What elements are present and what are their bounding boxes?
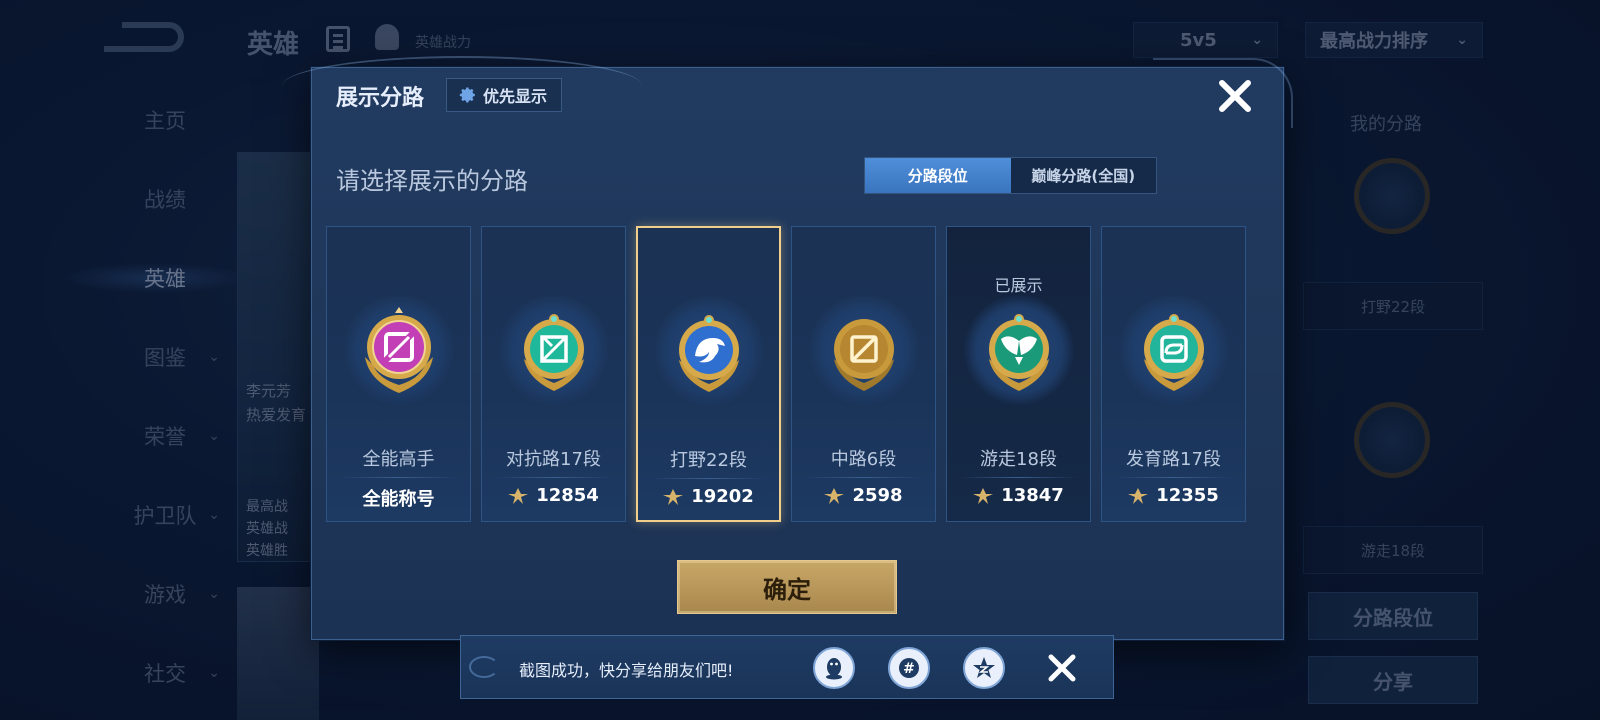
lane-display-dialog: 展示分路 优先显示 请选择展示的分路 分路段位 巅峰分路(全国) 全能高手 全能…: [282, 56, 1293, 640]
lane-value-text: 12355: [1156, 485, 1219, 506]
lane-name: 中路6段: [830, 449, 897, 470]
lane-card-all-round[interactable]: 全能高手 全能称号: [326, 226, 471, 522]
lane-card-mid[interactable]: 中路6段 2598: [791, 226, 936, 522]
lane-name: 打野22段: [670, 450, 747, 471]
combat-power-icon: [663, 488, 684, 505]
wechat-moments-icon: #: [899, 658, 919, 678]
share-qzone-button[interactable]: [963, 647, 1005, 689]
qzone-star-icon: [973, 657, 995, 678]
combat-power-icon: [1128, 487, 1149, 504]
share-moments-button[interactable]: #: [888, 647, 930, 689]
lane-card-jungle[interactable]: 打野22段 19202: [636, 226, 781, 522]
tab-peak-lane-national[interactable]: 巅峰分路(全国): [1011, 158, 1157, 193]
farm-lane-badge-icon: [1143, 314, 1204, 391]
share-qq-button[interactable]: [813, 647, 855, 689]
lane-value: 12355: [1102, 485, 1245, 506]
lane-value: 19202: [638, 486, 779, 507]
all-round-badge-icon: [364, 307, 433, 393]
combat-power-icon: [973, 487, 994, 504]
selection-prompt: 请选择展示的分路: [336, 167, 528, 195]
badge-container: [498, 295, 609, 405]
lane-value-text: 12854: [536, 485, 599, 506]
divider: [804, 477, 923, 478]
lane-value-text: 2598: [852, 485, 903, 506]
lane-mode-tabs: 分路段位 巅峰分路(全国): [864, 157, 1157, 194]
badge-container: [808, 295, 919, 405]
qq-icon: [826, 658, 842, 680]
gear-icon: [459, 87, 475, 103]
divider: [339, 477, 458, 478]
toast-message: 截图成功，快分享给朋友们吧!: [519, 661, 734, 680]
lane-name: 发育路17段: [1126, 449, 1221, 470]
lane-card-clash[interactable]: 对抗路17段 12854: [481, 226, 626, 522]
divider: [959, 477, 1078, 478]
already-shown-label: 已展示: [994, 276, 1043, 295]
toast-close-button[interactable]: [1043, 649, 1081, 687]
badge-container: [963, 295, 1074, 405]
priority-display-button[interactable]: 优先显示: [446, 78, 563, 112]
combat-power-icon: [824, 487, 845, 504]
divider: [1114, 477, 1233, 478]
roam-badge-icon: [988, 314, 1049, 391]
lane-value-text: 19202: [691, 486, 754, 507]
combat-power-icon: [508, 487, 529, 504]
clash-lane-badge-icon: [523, 314, 584, 391]
lane-value: 13847: [947, 485, 1090, 506]
close-icon: [1219, 80, 1251, 112]
close-button[interactable]: [1215, 76, 1255, 116]
lane-value-text: 13847: [1001, 485, 1064, 506]
lane-value: 12854: [482, 485, 625, 506]
tab-lane-rank[interactable]: 分路段位: [865, 158, 1011, 193]
decorative-swirl: [469, 656, 499, 678]
confirm-button[interactable]: 确定: [677, 560, 897, 614]
badge-container: [1118, 295, 1229, 405]
divider: [494, 477, 613, 478]
lane-value: 全能称号: [327, 485, 470, 511]
divider: [650, 478, 767, 479]
screenshot-share-toast: 截图成功，快分享给朋友们吧! #: [460, 635, 1114, 699]
lane-name: 对抗路17段: [506, 449, 601, 470]
svg-text:#: #: [903, 661, 915, 677]
jungle-badge-icon: [678, 315, 739, 392]
lane-value: 2598: [792, 485, 935, 506]
lane-name: 全能高手: [362, 449, 435, 470]
lane-card-farm[interactable]: 发育路17段 12355: [1101, 226, 1246, 522]
lane-card-roam[interactable]: 已展示 游走18段 13847: [946, 226, 1091, 522]
dialog-title: 展示分路: [336, 86, 425, 111]
mid-lane-badge-icon: [833, 319, 894, 391]
badge-container: [343, 295, 454, 405]
lane-value-text: 全能称号: [362, 489, 435, 510]
close-icon: [1048, 654, 1076, 682]
lane-name: 游走18段: [980, 449, 1057, 470]
lane-list: 全能高手 全能称号 对抗路17段 12854 打野22段 19202 中路6段 …: [326, 226, 1246, 522]
badge-container: [653, 296, 764, 406]
priority-display-label: 优先显示: [483, 87, 548, 106]
